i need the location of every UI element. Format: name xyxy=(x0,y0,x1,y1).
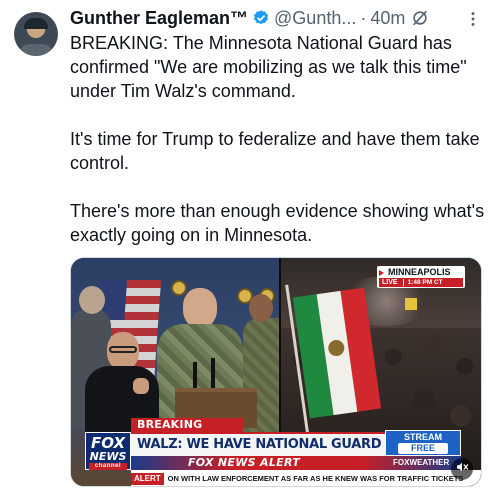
stream-free-badge: STREAM FREE xyxy=(385,430,461,456)
clock-label: 1:48 PM CT xyxy=(407,279,443,286)
tweet[interactable]: Gunther Eagleman™ @Gunth... · 40m BREAKI… xyxy=(0,0,495,500)
headline: WALZ: WE HAVE NATIONAL GUARD TROOPS STAG… xyxy=(131,432,385,456)
separator-dot: · xyxy=(360,7,367,28)
logo-channel: channel xyxy=(89,463,127,470)
ticker-text: ON WITH LAW ENFORCEMENT AS FAR AS HE KNE… xyxy=(167,474,464,483)
logo-fox: FOX xyxy=(90,434,126,452)
display-name[interactable]: Gunther Eagleman™ xyxy=(70,8,248,29)
live-label: LIVE xyxy=(382,279,398,286)
breaking-news-label: BREAKING NEWS xyxy=(131,418,243,445)
tweet-paragraph: There's more than enough evidence showin… xyxy=(70,201,485,245)
video-player[interactable]: MINNEAPOLIS LIVE 1:48 PM CT BREAKING NEW… xyxy=(70,257,482,487)
avatar[interactable] xyxy=(14,12,58,56)
avatar-cap xyxy=(24,18,48,29)
tweet-text: BREAKING: The Minnesota National Guard h… xyxy=(70,31,485,247)
tweet-paragraph: It's time for Trump to federalize and ha… xyxy=(70,129,480,173)
handle[interactable]: @Gunth... xyxy=(274,8,356,29)
verified-badge-icon[interactable] xyxy=(252,9,270,27)
mute-icon xyxy=(455,460,469,479)
grok-icon[interactable] xyxy=(411,9,429,27)
street-sign xyxy=(405,298,417,310)
live-separator xyxy=(402,279,404,286)
logo-news: NEWS xyxy=(89,450,127,463)
free-label: FREE xyxy=(398,443,448,454)
fox-news-logo: FOX NEWS channel xyxy=(85,432,131,470)
fox-weather-label: FOXWEATHER xyxy=(393,458,449,467)
microphone-2 xyxy=(211,358,215,392)
location-bug: MINNEAPOLIS LIVE 1:48 PM CT xyxy=(377,266,465,288)
tweet-header: Gunther Eagleman™ @Gunth... · 40m xyxy=(70,6,482,30)
news-ticker: ALERT ON WITH LAW ENFORCEMENT AS FAR AS … xyxy=(131,470,481,486)
live-bar: LIVE 1:48 PM CT xyxy=(379,278,463,287)
fox-news-alert: FOX NEWS ALERT xyxy=(187,456,301,469)
timestamp[interactable]: 40m xyxy=(370,8,405,29)
mute-button[interactable] xyxy=(451,458,473,480)
stream-label: STREAM xyxy=(404,432,442,442)
location-text: MINNEAPOLIS xyxy=(388,267,451,277)
avatar-shirt xyxy=(18,44,54,56)
more-options-icon[interactable] xyxy=(464,10,482,28)
location-label: MINNEAPOLIS xyxy=(379,267,463,278)
ticker-alert-label: ALERT xyxy=(131,473,164,485)
tweet-paragraph: BREAKING: The Minnesota National Guard h… xyxy=(70,33,467,101)
play-triangle-icon xyxy=(379,269,384,276)
